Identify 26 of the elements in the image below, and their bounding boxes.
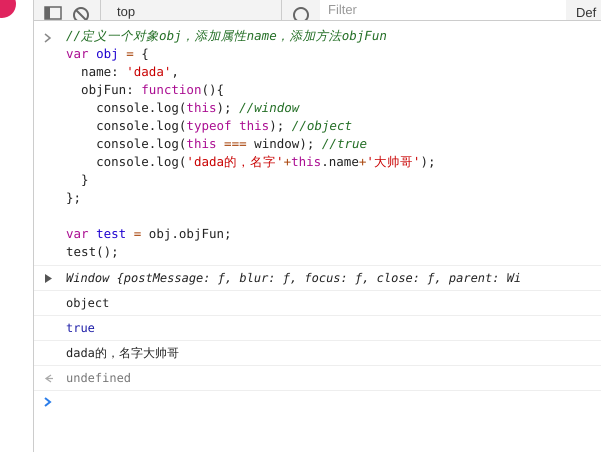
code-line: console.log(this === window); //true (95, 135, 368, 153)
code-line: objFun: function(){ (80, 81, 226, 99)
sidebar-toggle-icon[interactable] (44, 6, 62, 20)
code-line: console.log(typeof this); //object (95, 117, 354, 135)
input-chevron-icon (44, 31, 52, 43)
code-line: } (80, 171, 90, 189)
log-message: true (66, 321, 95, 335)
context-selector[interactable]: top (111, 0, 271, 20)
prompt-chevron-icon[interactable] (44, 397, 52, 407)
levels-dropdown[interactable]: Def (576, 5, 596, 20)
log-message: object (66, 296, 110, 310)
code-line: console.log(this); //window (95, 99, 301, 117)
return-value: undefined (66, 371, 132, 385)
result-arrow-icon (44, 374, 53, 382)
code-line: name: 'dada', (80, 63, 180, 81)
code-line: test(); (66, 243, 120, 261)
object-preview[interactable]: Window {postMessage: ƒ, blur: ƒ, focus: ƒ, close: ƒ, parent: Wi (66, 271, 522, 285)
clear-console-icon[interactable] (72, 6, 90, 20)
code-line: //定义一个对象obj，添加属性name，添加方法objFun (66, 27, 388, 45)
code-line: var test = obj.objFun; (66, 225, 233, 243)
code-line: }; (66, 189, 82, 207)
code-line: console.log('dada的，名字'+this.name+'大帅哥'); (95, 153, 436, 171)
expand-triangle-icon[interactable] (44, 274, 52, 282)
log-message: dada的，名字大帅哥 (66, 344, 179, 362)
code-line: var obj = { (66, 45, 150, 63)
filter-field[interactable]: Filter (320, 0, 566, 20)
